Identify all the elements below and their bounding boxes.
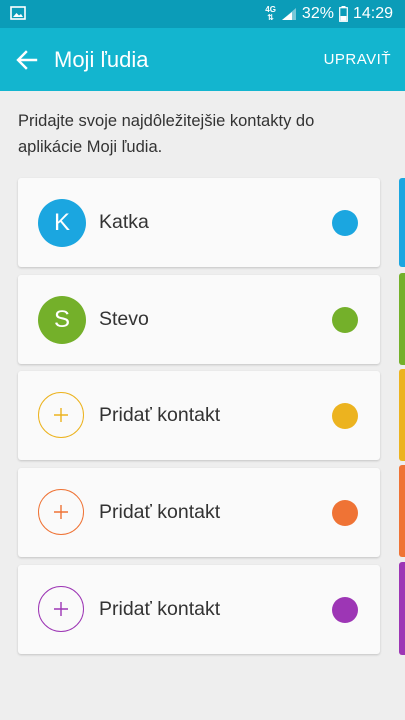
signal-icon	[281, 8, 296, 20]
add-contact-label: Pridať kontakt	[99, 598, 221, 620]
network-indicator: 4G ⇅	[265, 5, 276, 22]
add-contact-label: Pridať kontakt	[99, 404, 221, 426]
edge-tab-purple[interactable]	[399, 562, 405, 655]
contact-card-katka[interactable]: K Katka	[18, 178, 380, 267]
plus-icon	[54, 505, 68, 519]
color-dot	[332, 597, 358, 623]
avatar: S	[38, 296, 86, 344]
contact-name: Stevo	[99, 308, 149, 330]
edge-tab-blue[interactable]	[399, 178, 405, 267]
edit-button[interactable]: UPRAVIŤ	[324, 28, 391, 91]
contact-card-stevo[interactable]: S Stevo	[18, 275, 380, 364]
add-contact-card-orange[interactable]: Pridať kontakt	[18, 468, 380, 557]
avatar-initial: S	[53, 306, 70, 333]
add-contact-circle	[38, 489, 84, 535]
add-contact-card-yellow[interactable]: Pridať kontakt	[18, 371, 380, 460]
clock: 14:29	[352, 5, 393, 22]
add-contact-circle	[38, 392, 84, 438]
battery-icon	[339, 6, 348, 22]
edge-tab-yellow[interactable]	[399, 369, 405, 461]
avatar: K	[38, 199, 86, 247]
color-dot	[332, 403, 358, 429]
plus-icon	[54, 602, 68, 616]
battery-percent: 32%	[301, 5, 334, 22]
description-text: Pridajte svoje najdôležitejšie kontakty …	[18, 112, 315, 156]
image-icon	[10, 6, 26, 20]
add-contact-card-purple[interactable]: Pridať kontakt	[18, 565, 380, 654]
avatar-initial: K	[53, 209, 70, 236]
add-contact-circle	[38, 586, 84, 632]
page-title: Moji ľudia	[54, 47, 149, 72]
app-bar: Moji ľudia UPRAVIŤ	[0, 28, 405, 91]
color-dot	[332, 307, 358, 333]
color-dot	[332, 210, 358, 236]
plus-icon	[54, 408, 68, 422]
edge-tab-green[interactable]	[399, 273, 405, 365]
add-contact-label: Pridať kontakt	[99, 501, 221, 523]
color-dot	[332, 500, 358, 526]
arrow-left-icon[interactable]	[14, 47, 40, 73]
edge-tab-orange[interactable]	[399, 465, 405, 557]
status-bar: 4G ⇅ 32% 14:29	[0, 0, 405, 28]
contact-name: Katka	[99, 211, 149, 233]
